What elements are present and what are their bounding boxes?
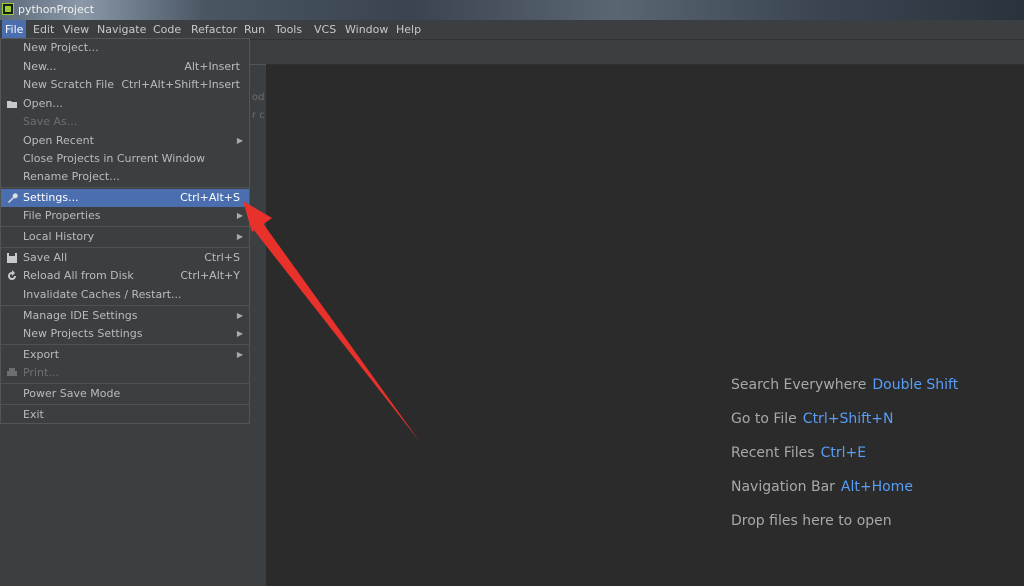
arrow-shaft bbox=[253, 222, 420, 442]
arrow-head bbox=[243, 201, 272, 232]
annotation-arrow bbox=[243, 201, 420, 442]
